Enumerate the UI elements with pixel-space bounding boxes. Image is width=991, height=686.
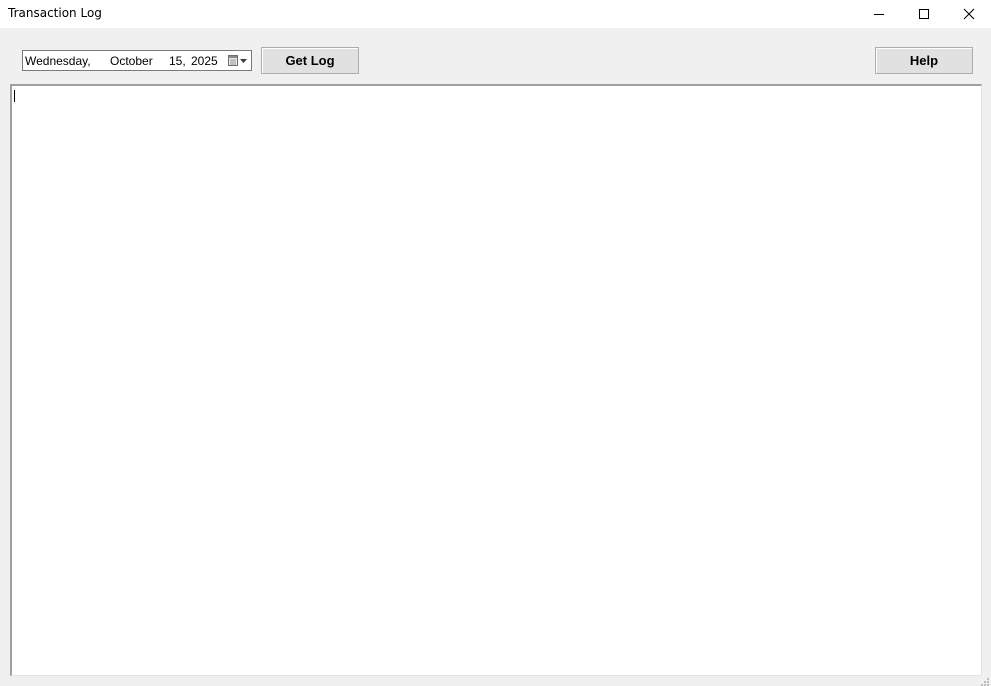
calendar-dropdown-button[interactable] (227, 53, 249, 68)
resize-grip-icon (981, 678, 989, 686)
title-bar[interactable]: Transaction Log (0, 0, 991, 28)
calendar-dropdown-icon (228, 55, 247, 66)
help-button[interactable]: Help (875, 47, 973, 74)
date-weekday[interactable]: Wednesday, (25, 54, 91, 68)
transaction-log-window: Transaction Log Wednesday, October 15, 2… (0, 0, 991, 686)
close-icon (963, 8, 975, 20)
minimize-button[interactable] (856, 0, 902, 28)
maximize-button[interactable] (901, 0, 947, 28)
maximize-icon (919, 9, 929, 19)
date-year[interactable]: 2025 (191, 54, 218, 68)
date-month[interactable]: October (110, 54, 153, 68)
date-day[interactable]: 15, (169, 54, 186, 68)
text-caret (14, 90, 15, 102)
get-log-button[interactable]: Get Log (261, 47, 359, 74)
minimize-icon (874, 14, 884, 15)
date-picker[interactable]: Wednesday, October 15, 2025 (22, 50, 252, 71)
window-title: Transaction Log (8, 6, 102, 20)
log-text-area[interactable] (10, 84, 982, 676)
resize-grip[interactable] (979, 674, 990, 686)
close-button[interactable] (946, 0, 991, 28)
